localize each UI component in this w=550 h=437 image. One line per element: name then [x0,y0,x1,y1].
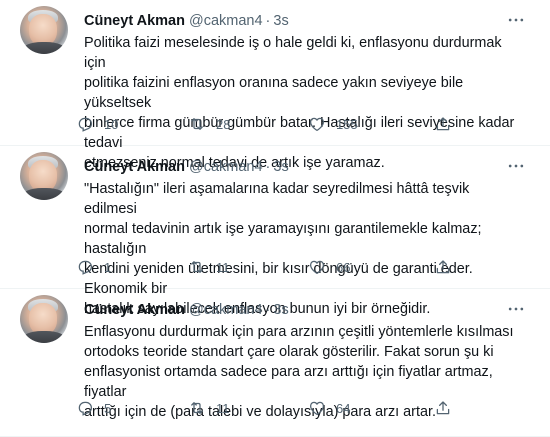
share-button[interactable] [434,257,452,277]
share-icon [436,401,450,415]
avatar[interactable] [20,295,68,343]
retweet-icon [191,261,203,273]
tweet-thread: Cüneyt Akman @cakman4 · 3s Politika faizi m… [0,0,550,437]
like-count: 66 [336,259,351,275]
reply-button[interactable]: 10 [76,114,118,134]
more-horizontal-icon[interactable] [506,156,526,176]
tweet-actions: 5 11 64 [78,398,524,418]
author-handle[interactable]: @cakman4 [189,302,263,318]
tweet-timestamp[interactable]: 3s [273,302,288,318]
share-icon [436,260,450,274]
tweet-actions: 1 11 66 [78,257,524,277]
author-name[interactable]: Cüneyt Akman [84,302,185,318]
avatar[interactable] [20,152,68,200]
reply-icon [78,260,93,275]
retweet-icon [191,118,203,130]
reply-count: 10 [104,116,119,132]
tweet-header: Cüneyt Akman @cakman4 · 3s [84,12,289,30]
retweet-button[interactable]: 11 [188,257,230,277]
avatar[interactable] [20,6,68,54]
retweet-count: 11 [216,259,230,275]
tweet[interactable]: Cüneyt Akman @cakman4 · 3s Politika faizi m… [0,0,550,171]
retweet-icon [191,402,203,414]
reply-button[interactable]: 5 [76,398,111,418]
author-handle[interactable]: @cakman4 [189,13,263,29]
share-button[interactable] [434,398,452,418]
retweet-count: 11 [216,400,230,416]
like-count: 64 [336,400,351,416]
share-button[interactable] [434,114,452,134]
reply-icon [78,117,93,132]
heart-icon [309,401,325,416]
heart-icon [309,260,325,275]
heart-icon [309,117,325,132]
tweet-timestamp[interactable]: 3s [273,13,288,29]
reply-icon [78,401,93,416]
author-handle[interactable]: @cakman4 [189,159,263,175]
tweet[interactable]: Cüneyt Akman @cakman4 · 3s "Hastalığın" ile… [0,146,550,317]
tweet-header: Cüneyt Akman @cakman4 · 3s [84,158,289,176]
more-horizontal-icon[interactable] [506,299,526,319]
like-button[interactable]: 155 [308,114,358,134]
tweet-header: Cüneyt Akman @cakman4 · 3s [84,301,289,319]
retweet-button[interactable]: 28 [188,114,230,134]
tweet-timestamp[interactable]: 3s [273,159,288,175]
like-button[interactable]: 66 [308,257,350,277]
separator-dot: · [265,159,271,175]
separator-dot: · [265,302,271,318]
more-horizontal-icon[interactable] [506,10,526,30]
author-name[interactable]: Cüneyt Akman [84,13,185,29]
reply-count: 5 [104,400,112,416]
reply-count: 1 [104,259,112,275]
tweet-actions: 10 28 155 [78,114,524,134]
like-button[interactable]: 64 [308,398,350,418]
separator-dot: · [265,13,271,29]
tweet[interactable]: Cüneyt Akman @cakman4 · 3s Enflasyonu durdu… [0,289,550,437]
reply-button[interactable]: 1 [76,257,111,277]
retweet-count: 28 [216,116,231,132]
like-count: 155 [336,116,358,132]
share-icon [436,117,450,131]
author-name[interactable]: Cüneyt Akman [84,159,185,175]
retweet-button[interactable]: 11 [188,398,230,418]
